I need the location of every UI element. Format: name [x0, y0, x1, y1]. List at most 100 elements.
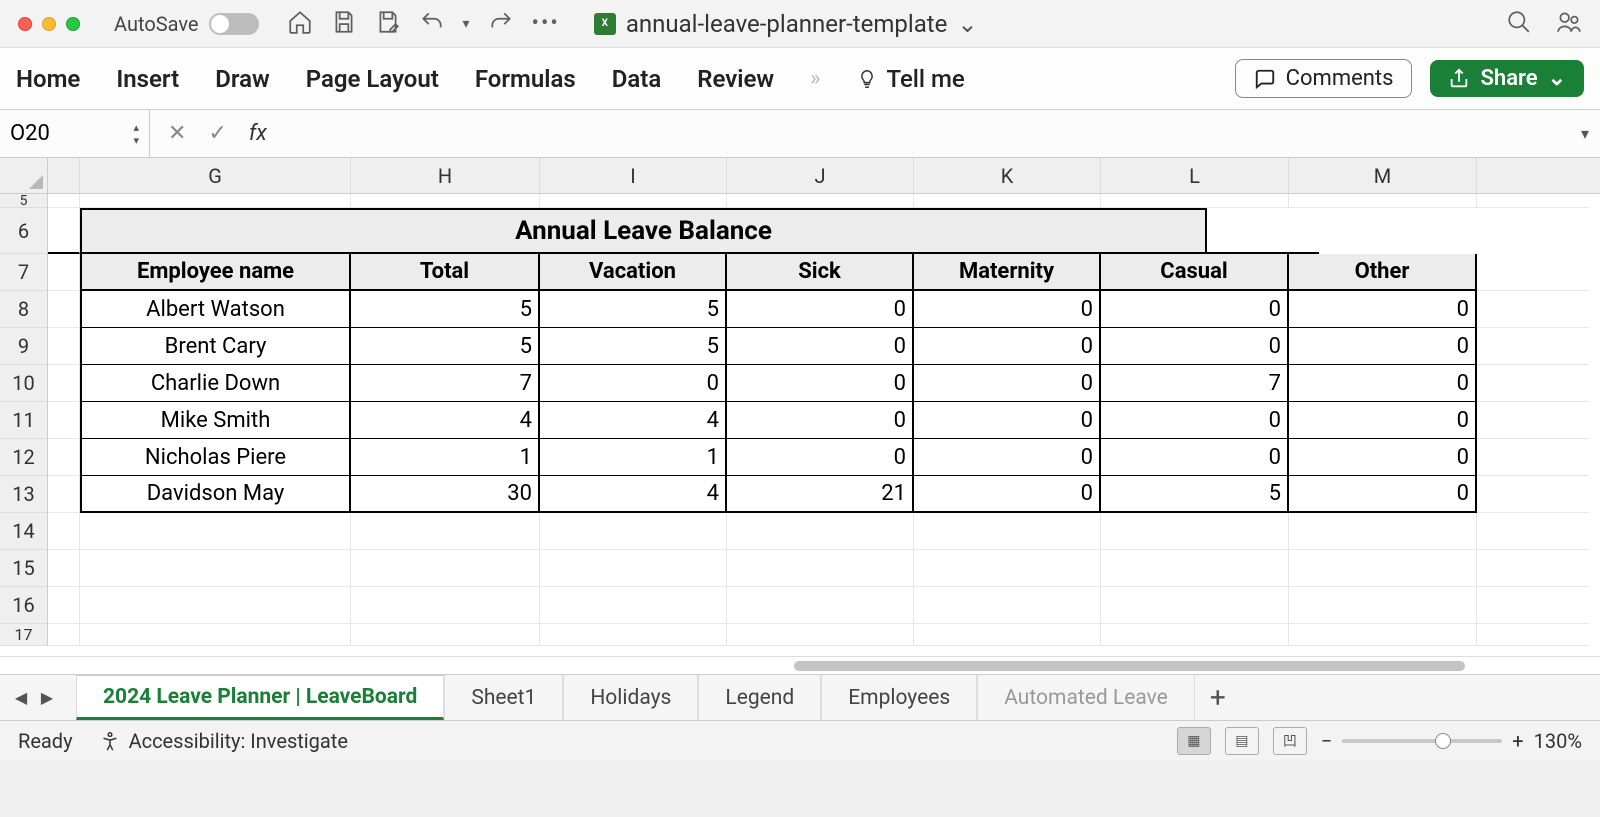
zoom-slider-thumb[interactable]	[1435, 733, 1451, 749]
grid-row-11[interactable]: 11 Mike Smith 4 4 0 0 0 0	[0, 402, 1600, 439]
table-cell-name[interactable]: Mike Smith	[80, 402, 351, 439]
cell[interactable]	[914, 624, 1101, 646]
cell[interactable]	[1477, 624, 1589, 646]
minimize-window-button[interactable]	[42, 17, 56, 31]
grid-row-10[interactable]: 10 Charlie Down 7 0 0 0 7 0	[0, 365, 1600, 402]
cell[interactable]	[1477, 476, 1589, 513]
cell[interactable]	[1477, 194, 1589, 208]
table-header-employee[interactable]: Employee name	[80, 254, 351, 291]
add-sheet-button[interactable]: +	[1195, 681, 1241, 714]
cell[interactable]	[1101, 624, 1289, 646]
zoom-slider[interactable]	[1342, 739, 1502, 743]
search-icon[interactable]	[1506, 9, 1532, 39]
select-all-button[interactable]	[0, 158, 48, 193]
table-cell-total[interactable]: 7	[351, 365, 540, 402]
cell[interactable]	[914, 587, 1101, 624]
row-header-5[interactable]: 5	[0, 194, 48, 208]
column-header-H[interactable]: H	[351, 158, 540, 193]
cell[interactable]	[1477, 254, 1589, 291]
row-header-9[interactable]: 9	[0, 328, 48, 365]
table-cell-vacation[interactable]: 5	[540, 291, 727, 328]
sheet-tab-employees[interactable]: Employees	[821, 675, 977, 720]
cell[interactable]	[48, 194, 80, 208]
cell[interactable]	[1101, 550, 1289, 587]
tell-me-search[interactable]: Tell me	[856, 65, 964, 93]
comments-button[interactable]: Comments	[1235, 59, 1413, 98]
cell[interactable]	[540, 513, 727, 550]
view-page-layout-button[interactable]: ▤	[1225, 727, 1259, 755]
zoom-level[interactable]: 130%	[1534, 729, 1582, 753]
table-cell-casual[interactable]: 0	[1101, 291, 1289, 328]
formula-input[interactable]	[285, 110, 1570, 157]
cell[interactable]	[1477, 365, 1589, 402]
cell[interactable]	[48, 513, 80, 550]
row-header-13[interactable]: 13	[0, 476, 48, 513]
title-dropdown-icon[interactable]: ⌄	[957, 10, 977, 38]
cell[interactable]	[1477, 291, 1589, 328]
sheet-tab-automated[interactable]: Automated Leave	[977, 675, 1195, 720]
autosave-toggle[interactable]	[209, 13, 259, 35]
cell[interactable]	[48, 365, 80, 402]
table-cell-vacation[interactable]: 1	[540, 439, 727, 476]
table-cell-maternity[interactable]: 0	[914, 402, 1101, 439]
cell[interactable]	[48, 328, 80, 365]
table-cell-maternity[interactable]: 0	[914, 476, 1101, 513]
home-icon[interactable]	[287, 9, 313, 39]
row-header-12[interactable]: 12	[0, 439, 48, 476]
grid-row-16[interactable]: 16	[0, 587, 1600, 624]
column-header-partial[interactable]	[48, 158, 80, 193]
table-cell-casual[interactable]: 0	[1101, 439, 1289, 476]
sheet-tab-sheet1[interactable]: Sheet1	[444, 675, 563, 720]
cell[interactable]	[540, 587, 727, 624]
grid-row-13[interactable]: 13 Davidson May 30 4 21 0 5 0	[0, 476, 1600, 513]
hscroll-thumb[interactable]	[794, 661, 1465, 671]
cell[interactable]	[80, 587, 351, 624]
sheet-tab-holidays[interactable]: Holidays	[563, 675, 698, 720]
table-cell-other[interactable]: 0	[1289, 439, 1477, 476]
ribbon-tab-home[interactable]: Home	[16, 65, 80, 93]
table-cell-name[interactable]: Nicholas Piere	[80, 439, 351, 476]
close-window-button[interactable]	[18, 17, 32, 31]
column-header-L[interactable]: L	[1101, 158, 1289, 193]
row-header-11[interactable]: 11	[0, 402, 48, 439]
table-cell-maternity[interactable]: 0	[914, 291, 1101, 328]
table-cell-vacation[interactable]: 5	[540, 328, 727, 365]
sheet-nav-next[interactable]: ▶	[36, 687, 58, 709]
table-cell-name[interactable]: Brent Cary	[80, 328, 351, 365]
cell[interactable]	[1289, 513, 1477, 550]
fx-icon[interactable]: fx	[249, 121, 267, 146]
cell[interactable]	[48, 439, 80, 476]
cell[interactable]	[48, 254, 80, 291]
ribbon-tab-review[interactable]: Review	[697, 65, 774, 93]
cancel-formula-icon[interactable]: ✕	[168, 121, 186, 146]
table-cell-sick[interactable]: 0	[727, 328, 914, 365]
share-button[interactable]: Share ⌄	[1430, 60, 1584, 97]
cell[interactable]	[80, 624, 351, 646]
cell[interactable]	[351, 194, 540, 208]
grid-row-8[interactable]: 8 Albert Watson 5 5 0 0 0 0	[0, 291, 1600, 328]
undo-icon[interactable]	[419, 9, 445, 39]
cell[interactable]	[351, 587, 540, 624]
cell[interactable]	[1101, 587, 1289, 624]
table-cell-total[interactable]: 1	[351, 439, 540, 476]
table-cell-sick[interactable]: 0	[727, 402, 914, 439]
table-header-casual[interactable]: Casual	[1101, 254, 1289, 291]
cell[interactable]	[48, 208, 80, 254]
cell[interactable]	[540, 194, 727, 208]
sheet-tab-legend[interactable]: Legend	[698, 675, 821, 720]
cell[interactable]	[727, 513, 914, 550]
cell[interactable]	[727, 624, 914, 646]
cell[interactable]	[540, 624, 727, 646]
cell[interactable]	[48, 550, 80, 587]
table-header-sick[interactable]: Sick	[727, 254, 914, 291]
cell[interactable]	[727, 550, 914, 587]
row-header-6[interactable]: 6	[0, 208, 48, 254]
row-header-17[interactable]: 17	[0, 624, 48, 646]
undo-dropdown-icon[interactable]: ▾	[463, 16, 470, 32]
grid-row-5[interactable]: 5	[0, 194, 1600, 208]
cell[interactable]	[351, 513, 540, 550]
cell[interactable]	[351, 624, 540, 646]
cell[interactable]	[1289, 587, 1477, 624]
column-header-M[interactable]: M	[1289, 158, 1477, 193]
view-normal-button[interactable]: ▦	[1177, 727, 1211, 755]
